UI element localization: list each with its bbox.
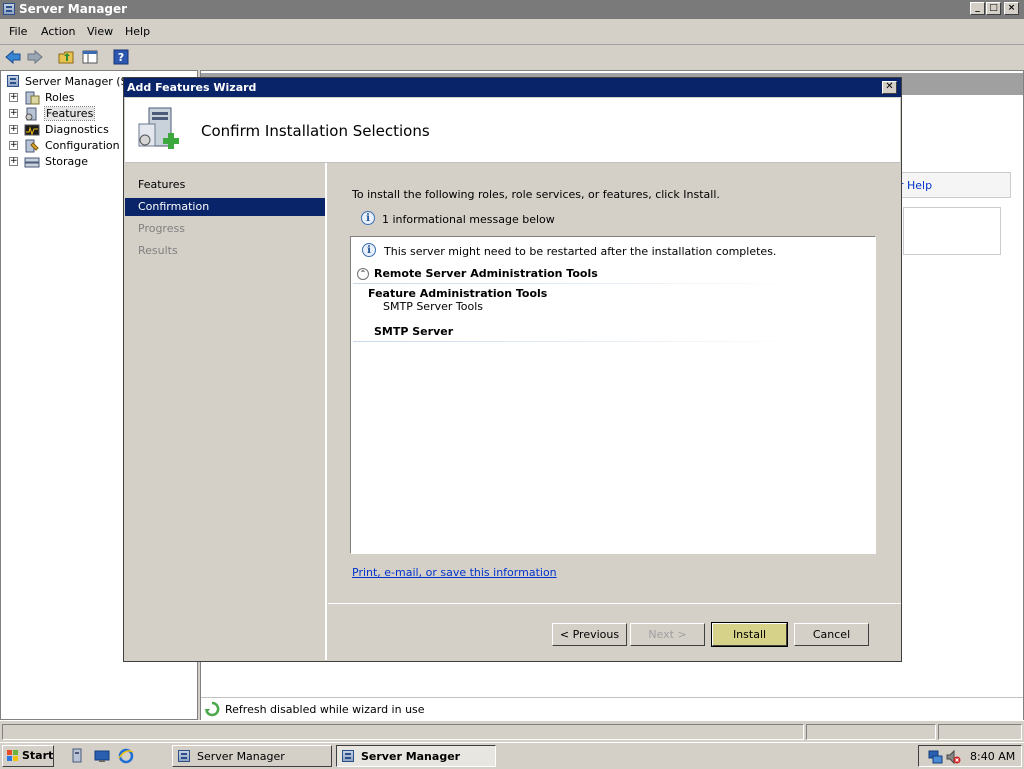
network-icon[interactable] <box>927 749 943 765</box>
group-label: Remote Server Administration Tools <box>374 267 598 280</box>
help-box: r Help <box>898 172 1011 198</box>
tree-item-label: Features <box>43 106 96 121</box>
start-button[interactable]: Start <box>2 745 54 767</box>
close-button[interactable]: × <box>1004 2 1019 15</box>
tree-item-label: Diagnostics <box>45 123 109 136</box>
info-icon: i <box>362 243 376 257</box>
dialog-title: Add Features Wizard <box>127 81 257 94</box>
nav-item-confirmation[interactable]: Confirmation <box>125 198 325 216</box>
tree-root-label: Server Manager (SR <box>25 75 136 88</box>
menu-action[interactable]: Action <box>41 25 75 38</box>
dialog-header: Confirm Installation Selections <box>125 98 900 163</box>
internet-explorer-icon[interactable] <box>118 748 134 764</box>
expand-icon[interactable]: + <box>9 157 18 166</box>
back-arrow-icon[interactable] <box>4 48 22 66</box>
clock[interactable]: 8:40 AM <box>970 750 1015 763</box>
configuration-icon <box>25 139 39 153</box>
info-icon: i <box>361 211 375 225</box>
task-label: Server Manager <box>197 750 285 763</box>
menu-help[interactable]: Help <box>125 25 150 38</box>
wizard-navigation: Features Confirmation Progress Results <box>125 163 327 660</box>
menu-file[interactable]: File <box>9 25 27 38</box>
show-hide-console-tree-icon[interactable] <box>81 48 99 66</box>
cancel-button[interactable]: Cancel <box>794 623 869 646</box>
expand-icon[interactable]: + <box>9 141 18 150</box>
collapse-chevron-icon[interactable]: ⌃ <box>357 268 369 280</box>
subitem-label: SMTP Server Tools <box>383 300 483 313</box>
status-cell <box>2 724 804 740</box>
status-bar <box>0 720 1024 743</box>
menu-view[interactable]: View <box>87 25 113 38</box>
expand-icon[interactable]: + <box>9 109 18 118</box>
nav-item-progress: Progress <box>138 222 185 235</box>
roles-icon <box>25 91 40 105</box>
intro-text: To install the following roles, role ser… <box>352 188 720 201</box>
previous-button[interactable]: < Previous <box>552 623 627 646</box>
add-features-wizard-icon <box>138 107 179 149</box>
show-desktop-icon[interactable] <box>94 748 110 764</box>
wizard-footer: < Previous Next > Install Cancel <box>328 603 901 661</box>
refresh-status-bar: Refresh disabled while wizard in use <box>201 697 1023 720</box>
dialog-close-button[interactable]: ✕ <box>882 81 897 94</box>
system-tray: 8:40 AM <box>918 745 1022 767</box>
storage-icon <box>24 157 40 168</box>
features-icon <box>25 107 37 121</box>
tree-item-label: Configuration <box>45 139 120 152</box>
status-cell <box>806 724 936 740</box>
tree-item-label: Storage <box>45 155 89 168</box>
refresh-icon <box>204 701 220 717</box>
separator <box>353 283 803 284</box>
item-label: SMTP Server <box>374 325 454 338</box>
server-manager-icon <box>3 3 15 15</box>
minimize-button[interactable]: _ <box>970 2 985 15</box>
toolbar: ? <box>0 45 1024 69</box>
diagnostics-icon <box>24 124 40 136</box>
window-title: Server Manager <box>19 2 128 16</box>
server-manager-icon <box>178 750 190 762</box>
tree-item-label: Roles <box>45 91 75 104</box>
nav-item-results: Results <box>138 244 178 257</box>
dialog-title-bar[interactable]: Add Features Wizard ✕ <box>124 78 901 97</box>
status-cell <box>938 724 1022 740</box>
info-count-text: 1 informational message below <box>382 213 555 226</box>
nav-item-features[interactable]: Features <box>125 176 325 194</box>
taskbar-task-server-manager-active[interactable]: Server Manager <box>336 745 496 767</box>
expand-icon[interactable]: + <box>9 93 18 102</box>
taskbar-task-server-manager[interactable]: Server Manager <box>172 745 332 767</box>
maximize-button[interactable]: □ <box>986 2 1001 15</box>
help-content-box <box>903 207 1001 255</box>
task-label: Server Manager <box>361 750 461 763</box>
server-manager-quicklaunch-icon[interactable] <box>70 748 86 764</box>
window-title-bar[interactable]: Server Manager _ □ × <box>0 0 1024 19</box>
dialog-header-title: Confirm Installation Selections <box>201 122 430 140</box>
wizard-content: To install the following roles, role ser… <box>328 163 901 603</box>
help-icon[interactable]: ? <box>112 48 130 66</box>
taskbar: Start Server Manager Server Manager 8:40… <box>0 742 1024 769</box>
separator <box>353 341 803 342</box>
print-save-link[interactable]: Print, e-mail, or save this information <box>352 566 557 579</box>
menu-bar: File Action View Help <box>0 19 1024 45</box>
volume-muted-icon[interactable] <box>945 749 961 765</box>
server-icon <box>7 75 19 87</box>
svg-text:?: ? <box>118 51 124 64</box>
start-label: Start <box>22 749 54 762</box>
subgroup-label: Feature Administration Tools <box>368 287 548 300</box>
add-features-wizard-dialog: Add Features Wizard ✕ Confirm Installati… <box>123 77 902 662</box>
forward-arrow-icon[interactable] <box>26 48 44 66</box>
install-button[interactable]: Install <box>711 622 788 647</box>
selections-list[interactable]: i This server might need to be restarted… <box>350 236 876 554</box>
help-link[interactable]: r Help <box>899 179 932 192</box>
restart-message: This server might need to be restarted a… <box>384 245 777 258</box>
next-button: Next > <box>630 623 705 646</box>
windows-logo-icon <box>7 750 18 761</box>
up-folder-icon[interactable] <box>57 48 75 66</box>
server-manager-icon <box>342 750 354 762</box>
refresh-status-text: Refresh disabled while wizard in use <box>225 703 425 716</box>
expand-icon[interactable]: + <box>9 125 18 134</box>
